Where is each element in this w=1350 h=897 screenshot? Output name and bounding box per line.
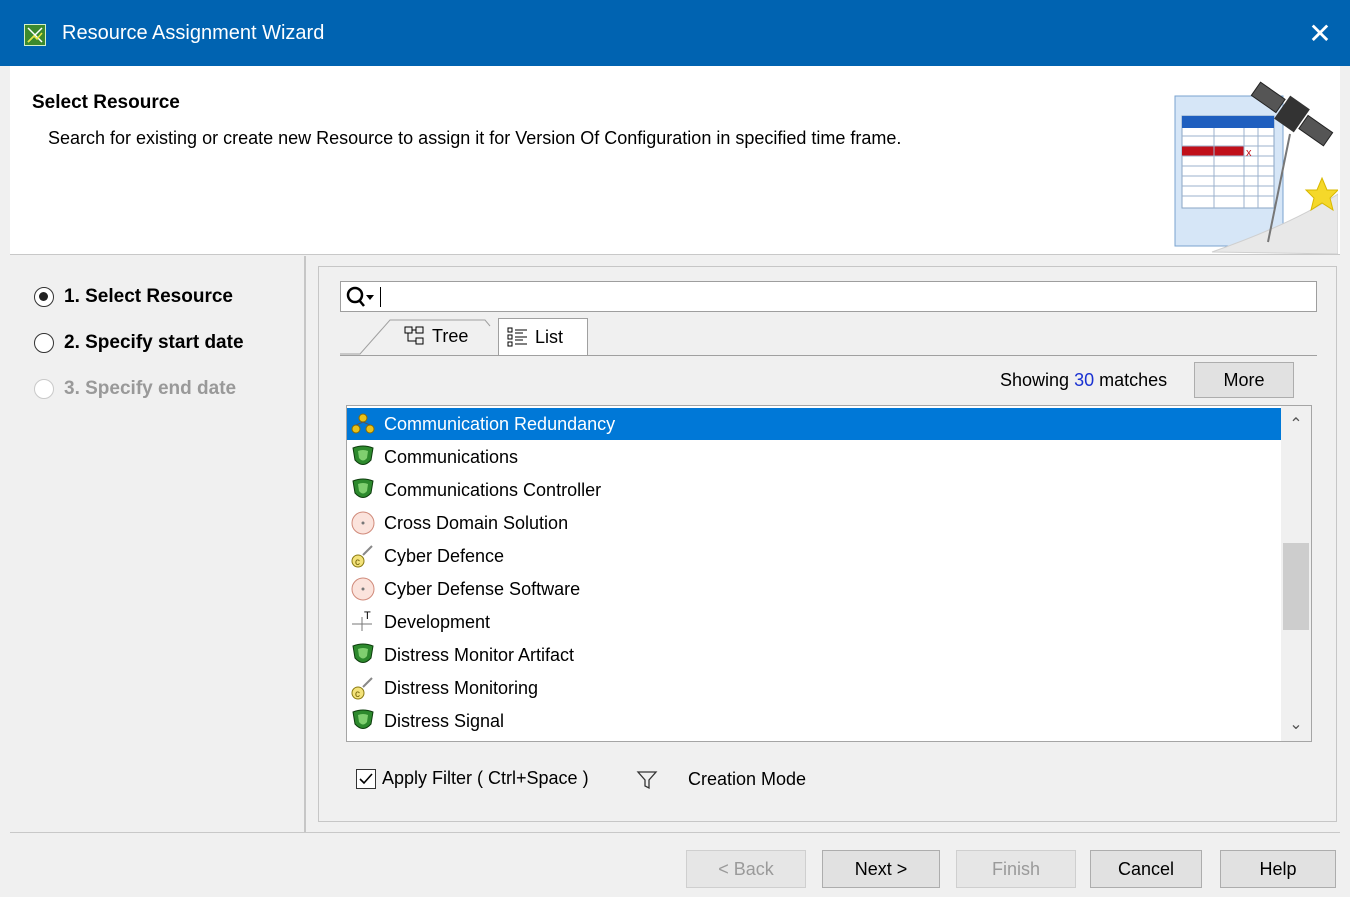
list-item[interactable]: Cyber Defense Software (347, 573, 1281, 605)
finish-button[interactable]: Finish (956, 850, 1076, 888)
tab-list-label: List (535, 326, 564, 347)
capability-configuration-icon: c (351, 545, 373, 568)
scroll-down-icon[interactable]: ⌄ (1281, 710, 1311, 740)
step-specify-start-date[interactable]: 2. Specify start date (34, 332, 244, 354)
wizard-header: Select Resource Search for existing or c… (10, 66, 1340, 255)
vertical-scrollbar[interactable]: ⌃ ⌄ (1281, 406, 1311, 741)
list-item-label: Distress Monitor Artifact (384, 644, 575, 665)
capability-icon (351, 413, 375, 434)
list-item[interactable]: c Cyber Defence (347, 540, 1281, 572)
wizard-illustration-icon: x (1172, 74, 1340, 255)
step-select-resource[interactable]: 1. Select Resource (34, 286, 233, 308)
list-item-label: Distress Monitoring (384, 677, 539, 698)
filter-funnel-icon[interactable] (636, 769, 658, 791)
checkbox-checked-icon[interactable] (356, 768, 376, 789)
resource-artifact-icon (352, 478, 374, 498)
software-icon (351, 577, 375, 601)
svg-text:c: c (355, 689, 360, 700)
back-button[interactable]: < Back (686, 850, 806, 888)
svg-text:c: c (355, 557, 360, 568)
list-item[interactable]: T Development (347, 606, 1281, 638)
svg-text:T: T (364, 610, 371, 622)
scrollbar-thumb[interactable] (1283, 543, 1309, 630)
cancel-button[interactable]: Cancel (1090, 850, 1202, 888)
list-item[interactable]: Distress Signal (347, 705, 1281, 737)
tab-list[interactable]: List (498, 318, 588, 355)
next-button[interactable]: Next > (822, 850, 940, 888)
results-number: 30 (1074, 370, 1095, 390)
results-prefix: Showing (1000, 370, 1070, 390)
tree-icon (404, 326, 426, 346)
svg-text:x: x (1246, 147, 1252, 159)
results-list[interactable]: Communication Redundancy Communications … (346, 405, 1312, 742)
text-cursor (380, 287, 381, 307)
step-2-radio[interactable] (34, 333, 54, 353)
list-item-label: Cyber Defense Software (384, 578, 581, 599)
app-icon (24, 24, 46, 46)
search-icon[interactable] (345, 285, 375, 309)
steps-panel: 1. Select Resource 2. Specify start date… (10, 256, 306, 832)
list-item-label: Communications (384, 446, 519, 467)
results-suffix: matches (1099, 370, 1168, 390)
resource-artifact-icon (352, 643, 374, 663)
capability-configuration-icon: c (351, 677, 373, 700)
window-title: Resource Assignment Wizard (62, 22, 325, 44)
step-3-radio (34, 379, 54, 399)
resource-artifact-icon (352, 445, 374, 465)
step-3-label: 3. Specify end date (64, 378, 237, 399)
resource-artifact-icon (352, 709, 374, 729)
close-icon[interactable]: ✕ (1300, 14, 1340, 54)
list-item-label: Communication Redundancy (384, 413, 616, 434)
step-1-radio[interactable] (34, 287, 54, 307)
search-input[interactable] (340, 281, 1317, 312)
header-title: Select Resource (32, 92, 180, 113)
creation-mode-link[interactable]: Creation Mode (688, 769, 806, 790)
step-2-label: 2. Specify start date (64, 332, 244, 353)
list-item-label: Cyber Defence (384, 545, 505, 566)
title-bar: Resource Assignment Wizard ✕ (0, 0, 1350, 66)
list-icon (507, 327, 529, 347)
list-item[interactable]: Communications (347, 441, 1281, 473)
apply-filter-label: Apply Filter ( Ctrl+Space ) (382, 768, 589, 788)
more-button[interactable]: More (1194, 362, 1294, 398)
step-specify-end-date: 3. Specify end date (34, 378, 236, 400)
tab-tree-label: Tree (432, 325, 469, 346)
list-item-label: Development (384, 611, 491, 632)
list-item[interactable]: c Distress Monitoring (347, 672, 1281, 704)
results-count: Showing 30 matches (1000, 370, 1167, 391)
scroll-up-icon[interactable]: ⌃ (1281, 410, 1311, 440)
view-tabs: Tree List (340, 318, 1317, 356)
list-item[interactable]: Communications Controller (347, 474, 1281, 506)
step-1-label: 1. Select Resource (64, 286, 233, 307)
list-item-label: Distress Signal (384, 710, 505, 731)
list-item-label: Communications Controller (384, 479, 602, 500)
help-button[interactable]: Help (1220, 850, 1336, 888)
apply-filter-checkbox[interactable]: Apply Filter ( Ctrl+Space ) (356, 768, 589, 789)
list-item[interactable]: Communication Redundancy (347, 408, 1281, 440)
project-icon: T (352, 610, 372, 631)
list-item[interactable]: Cross Domain Solution (347, 507, 1281, 539)
header-description: Search for existing or create new Resour… (48, 128, 902, 148)
list-item[interactable]: Distress Monitor Artifact (347, 639, 1281, 671)
list-item-label: Cross Domain Solution (384, 512, 569, 533)
software-icon (351, 511, 375, 535)
